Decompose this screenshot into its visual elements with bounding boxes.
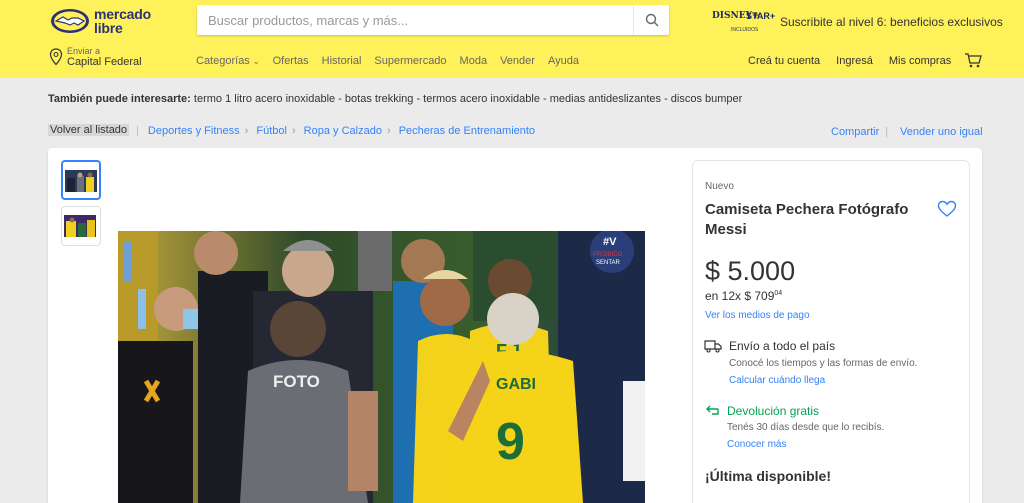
disney-sub-text: INCLUIDOS (731, 27, 759, 33)
logo-text: mercado libre (94, 7, 151, 35)
truck-icon (704, 340, 722, 353)
number-nine-text: 9 (496, 413, 525, 471)
mercadolibre-logo[interactable]: mercado libre (50, 6, 160, 36)
logo-line1: mercado (94, 6, 151, 22)
logo-line2: libre (94, 20, 123, 36)
badge-bottom-text: SENTAR (596, 260, 621, 266)
shipping-description: Conocé los tiempos y las formas de envío… (729, 358, 918, 369)
breadcrumb-separator: › (244, 125, 249, 137)
location-pin-icon (49, 48, 63, 66)
nav-item-supermercado[interactable]: Supermercado (374, 55, 446, 67)
breadcrumb-item-pecheras[interactable]: Pecheras de Entrenamiento (399, 125, 535, 137)
nav-item-historial[interactable]: Historial (322, 55, 362, 67)
product-photo: FOTO F.J GABI 9 #V PROIBIDO SENTAR (118, 231, 645, 503)
badge-hashtag-text: #V (603, 236, 617, 248)
back-to-list-link[interactable]: Volver al listado (48, 124, 130, 136)
nav-item-ofertas[interactable]: Ofertas (273, 55, 309, 67)
create-account-link[interactable]: Creá tu cuenta (748, 55, 820, 67)
installments-cents: 04 (774, 290, 783, 297)
related-searches: También puede interesarte: termo 1 litro… (48, 93, 742, 105)
installments: en 12x $ 70904 (705, 289, 782, 303)
search-bar (197, 5, 669, 35)
thumbnail-image (64, 215, 96, 237)
sell-same-link[interactable]: Vender uno igual (900, 126, 983, 138)
star-brand-text: STAR+ (746, 11, 776, 21)
return-title: Devolución gratis (727, 404, 820, 418)
condition-label: Nuevo (705, 181, 734, 192)
my-purchases-link[interactable]: Mis compras (889, 55, 951, 67)
nav-label-categorias: Categorías (196, 55, 250, 67)
product-title: Camiseta Pechera Fotógrafo Messi (705, 201, 909, 238)
nav-item-ayuda[interactable]: Ayuda (548, 55, 579, 67)
related-searches-label: También puede interesarte: (48, 93, 191, 105)
thumbnail-1[interactable] (61, 160, 101, 200)
return-description: Tenés 30 días desde que lo recibís. (727, 422, 885, 433)
share-link[interactable]: Compartir (831, 126, 879, 138)
breadcrumb-item-deportes[interactable]: Deportes y Fitness (148, 125, 240, 137)
thumbnail-image (65, 170, 97, 192)
product-main-image[interactable]: FOTO F.J GABI 9 #V PROIBIDO SENTAR (118, 231, 645, 503)
gabi-shirt-text: GABI (496, 376, 536, 393)
share-divider: | (885, 126, 889, 138)
price: $ 5.000 (705, 256, 796, 286)
payment-methods-link[interactable]: Ver los medios de pago (705, 310, 810, 321)
share-link-wrap: Compartir | (831, 126, 894, 138)
account-nav: Creá tu cuenta Ingresá Mis compras (748, 55, 951, 67)
breadcrumb-item-futbol[interactable]: Fútbol (256, 125, 287, 137)
search-icon (645, 13, 658, 27)
breadcrumb-separator: › (386, 125, 391, 137)
shipping-title: Envío a todo el país (729, 339, 836, 353)
foto-shirt-text: FOTO (273, 372, 320, 391)
heart-icon[interactable] (937, 200, 957, 218)
breadcrumb-divider: | (136, 125, 139, 137)
stock-label: ¡Última disponible! (705, 468, 831, 484)
return-arrow-icon (706, 405, 719, 415)
nav-item-categorias[interactable]: Categorías ⌄ (196, 55, 260, 67)
location-label: Enviar a (67, 46, 101, 56)
header: mercado libre DISNEY+ STAR+ INCLUIDOS Su… (0, 0, 1024, 78)
nav-item-moda[interactable]: Moda (460, 55, 488, 67)
search-input[interactable] (208, 5, 628, 35)
breadcrumb-item-ropa[interactable]: Ropa y Calzado (304, 125, 382, 137)
disney-star-logo: DISNEY+ STAR+ INCLUIDOS (712, 10, 776, 34)
subscription-promo-link[interactable]: Suscribite al nivel 6: beneficios exclus… (780, 15, 1003, 29)
breadcrumb: | Deportes y Fitness › Fútbol › Ropa y Cal… (136, 125, 535, 137)
login-link[interactable]: Ingresá (836, 55, 873, 67)
thumbnail-2[interactable] (61, 206, 101, 246)
main-nav: Categorías ⌄ Ofertas Historial Supermerc… (196, 55, 579, 67)
related-searches-items[interactable]: termo 1 litro acero inoxidable - botas t… (194, 93, 742, 105)
location-value: Capital Federal (67, 56, 142, 68)
nav-item-vender[interactable]: Vender (500, 55, 535, 67)
learn-more-link[interactable]: Conocer más (727, 439, 786, 450)
cart-icon[interactable] (964, 52, 982, 68)
breadcrumb-separator: › (291, 125, 296, 137)
chevron-down-icon: ⌄ (252, 57, 260, 66)
badge-mid-text: PROIBIDO (593, 252, 623, 258)
installments-amount: en 12x $ 709 (705, 289, 775, 303)
search-button[interactable] (633, 5, 669, 35)
calculate-shipping-link[interactable]: Calcular cuándo llega (729, 375, 825, 386)
handshake-logo-icon (51, 9, 89, 33)
